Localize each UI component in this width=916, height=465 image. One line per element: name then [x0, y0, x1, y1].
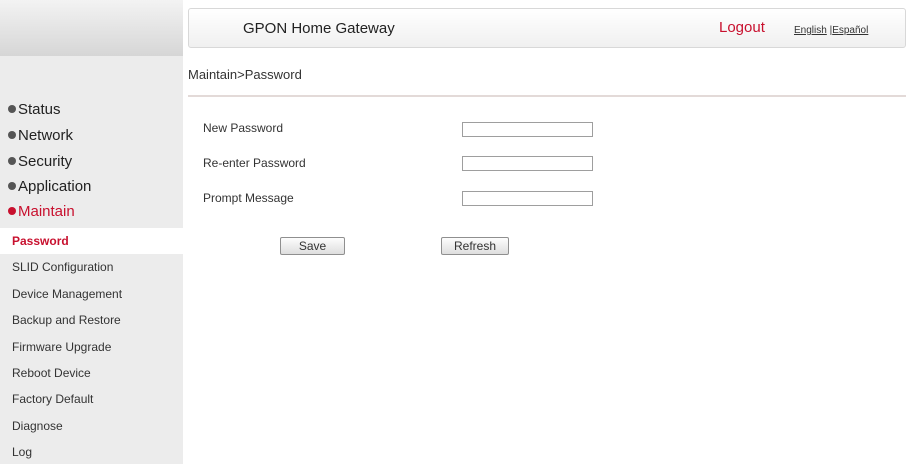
nav-category-security[interactable]: Security [8, 153, 72, 170]
prompt-message-field[interactable] [462, 191, 593, 206]
language-switcher: English |Español [794, 25, 868, 36]
sidebar-item-factory-default[interactable]: Factory Default [0, 386, 183, 412]
expand-bullet-icon [8, 104, 16, 113]
expand-bullet-icon [8, 181, 16, 190]
nav-category-network[interactable]: Network [8, 127, 73, 144]
expand-bullet-icon [8, 156, 16, 165]
expand-bullet-icon [8, 130, 16, 139]
nav-category-status[interactable]: Status [8, 101, 61, 118]
reenter-password-field[interactable] [462, 156, 593, 171]
lang-espanol-link[interactable]: Español [832, 25, 868, 36]
new-password-label: New Password [203, 121, 284, 135]
sidebar-item-device-management[interactable]: Device Management [0, 281, 183, 307]
sidebar-item-backup-restore[interactable]: Backup and Restore [0, 307, 183, 333]
logout-link[interactable]: Logout [719, 19, 765, 36]
sidebar-item-log[interactable]: Log [0, 439, 183, 465]
breadcrumb: Maintain>Password [188, 67, 302, 82]
expand-bullet-icon [8, 206, 16, 215]
sidebar-item-diagnose[interactable]: Diagnose [0, 413, 183, 439]
sidebar-item-firmware-upgrade[interactable]: Firmware Upgrade [0, 334, 183, 360]
sidebar-item-slid-configuration[interactable]: SLID Configuration [0, 254, 183, 280]
prompt-message-label: Prompt Message [203, 191, 294, 205]
nav-category-label: Application [18, 178, 92, 195]
divider [188, 95, 906, 97]
nav-category-label: Security [18, 153, 73, 170]
lang-english-link[interactable]: English [794, 25, 827, 36]
nav-category-label: Maintain [18, 203, 75, 220]
nav-category-label: Status [18, 101, 61, 118]
nav-category-maintain[interactable]: Maintain [8, 203, 75, 220]
sidebar: Status Network Security Application Main… [0, 0, 183, 464]
sidebar-item-reboot-device[interactable]: Reboot Device [0, 360, 183, 386]
reenter-password-label: Re-enter Password [203, 156, 306, 170]
logo-area [0, 0, 183, 56]
header-bar: GPON Home Gateway Logout English |Españo… [188, 8, 906, 48]
refresh-button[interactable]: Refresh [441, 237, 509, 255]
new-password-field[interactable] [462, 122, 593, 137]
nav-category-application[interactable]: Application [8, 178, 91, 195]
sidebar-item-password[interactable]: Password [0, 228, 183, 254]
nav-category-label: Network [18, 127, 74, 144]
app-title: GPON Home Gateway [243, 20, 395, 37]
save-button[interactable]: Save [280, 237, 345, 255]
